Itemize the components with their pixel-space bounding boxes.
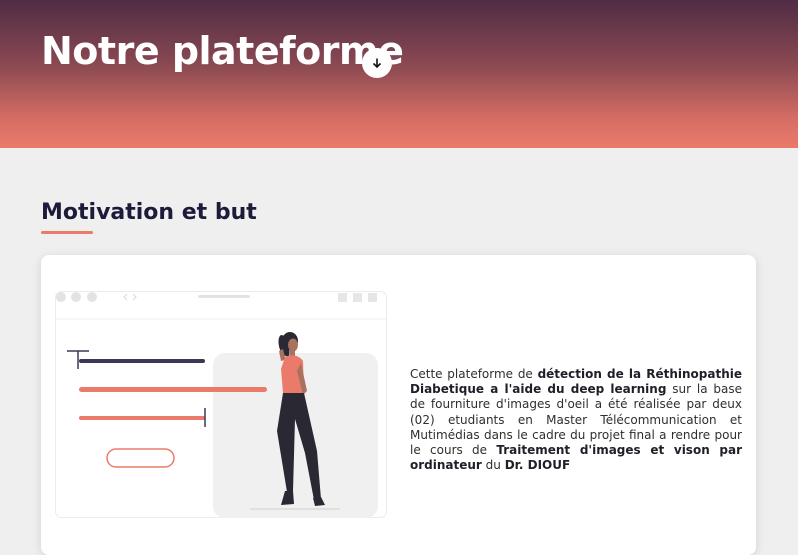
hero-header: Notre plateforme [0, 0, 798, 148]
text-line [79, 359, 205, 363]
address-bar [198, 295, 250, 298]
window-dot [87, 292, 97, 302]
presentation-illustration [55, 291, 387, 518]
description-text: Cette plateforme de détection de la Réth… [410, 367, 742, 473]
motivation-card: Cette plateforme de détection de la Réth… [41, 255, 756, 555]
text-line [79, 387, 267, 392]
arrow-down-icon [372, 58, 382, 69]
window-button [338, 293, 347, 302]
description-text-part: Cette plateforme de [410, 367, 538, 381]
window-button [368, 293, 377, 302]
section-title: Motivation et but [41, 200, 257, 225]
section-underline [41, 231, 93, 234]
description-text-part: du [481, 458, 505, 473]
window-dot [56, 292, 66, 302]
page-title: Notre plateforme [41, 29, 404, 73]
text-line [79, 416, 205, 420]
scroll-down-button[interactable] [362, 48, 392, 78]
window-dot [71, 292, 81, 302]
description-bold-part: Dr. DIOUF [504, 458, 571, 473]
window-button [353, 293, 362, 302]
